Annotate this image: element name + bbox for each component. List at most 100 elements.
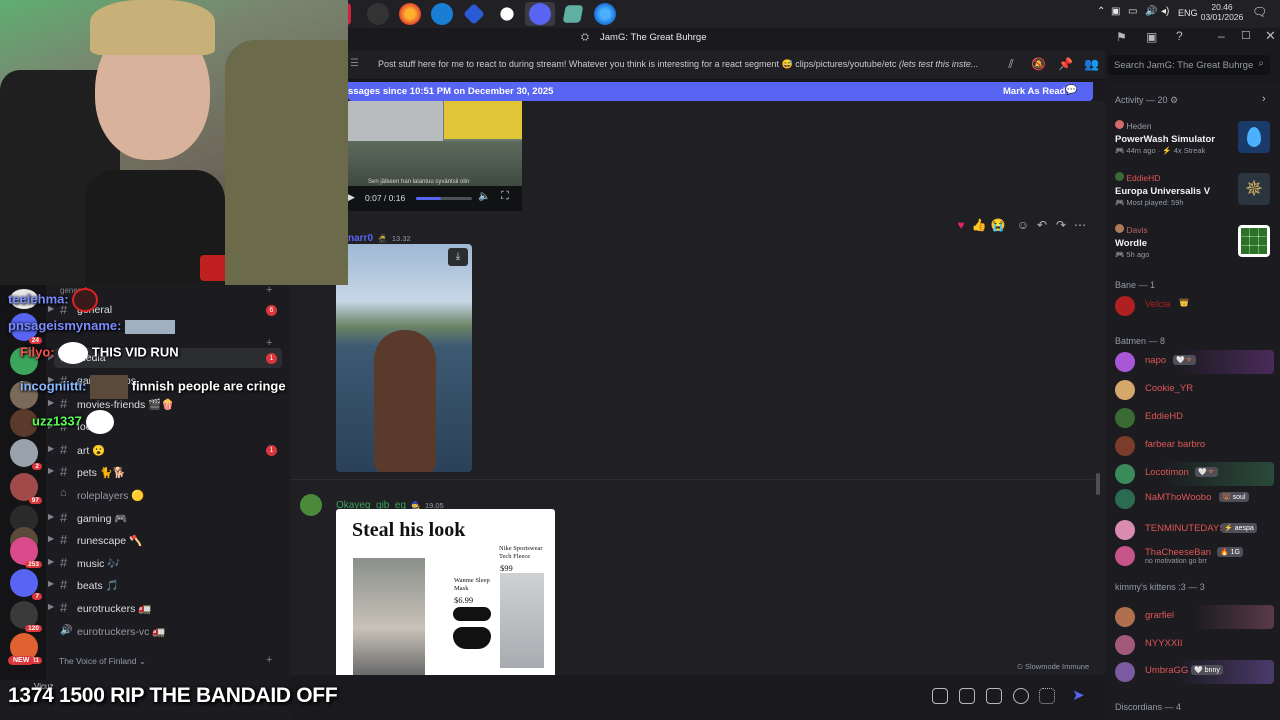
thumbs-up-reaction-icon[interactable]: 👍 xyxy=(970,218,988,232)
avatar xyxy=(1115,120,1124,129)
member-item[interactable]: napo 🤍🦇 xyxy=(1111,350,1274,374)
video-attachment[interactable]: Sen jälkeen han lalantuu syväntsii olin … xyxy=(348,101,522,211)
member-item[interactable]: farbear barbro xyxy=(1111,434,1274,458)
crying-reaction-icon[interactable]: 😭 xyxy=(989,218,1007,232)
sticker-icon[interactable] xyxy=(986,688,1002,704)
member-item[interactable]: NYYXXII xyxy=(1111,633,1274,657)
firefox-app-icon[interactable] xyxy=(399,3,421,25)
add-channel-icon[interactable]: + xyxy=(266,654,272,666)
mute-icon[interactable]: 🔕 xyxy=(1031,57,1046,71)
image-attachment[interactable]: ⤓ xyxy=(336,244,472,472)
member-item[interactable]: NaMThoWoobo 🐻 soul xyxy=(1111,487,1274,515)
tray-volume-icon[interactable]: 🔊 xyxy=(1145,6,1157,17)
screen-icon[interactable]: ▣ xyxy=(1146,30,1157,44)
video-controls: ▶ 0:07 / 0:16 🔈 ⛶ xyxy=(348,186,522,211)
message-list[interactable]: Sen jälkeen han lalantuu syväntsii olin … xyxy=(290,101,1105,675)
member-item[interactable]: TENMINUTEDAYS ⚡ aespa xyxy=(1111,518,1274,542)
member-item[interactable]: Locotimon 🤍🦇 xyxy=(1111,462,1274,486)
channel-list-icon[interactable]: ☰ xyxy=(350,58,359,69)
notification-icon[interactable]: 🗨 xyxy=(1252,5,1267,19)
channel-item[interactable]: ▶ # gaming 🎮 xyxy=(48,508,282,528)
emoji-icon[interactable] xyxy=(1013,688,1029,704)
member-item[interactable]: UmbraGG 🤍 bnny xyxy=(1111,660,1274,684)
browser-app-icon[interactable] xyxy=(594,3,616,25)
meme-item1-name: Wanme Sleep Mask xyxy=(454,577,490,592)
download-icon[interactable]: ⤓ xyxy=(448,248,468,266)
tray-network-icon[interactable]: ▭ xyxy=(1128,6,1137,17)
tray-shield-icon[interactable]: ▣ xyxy=(1111,6,1120,17)
avatar xyxy=(1115,520,1135,540)
apps-icon[interactable] xyxy=(1039,688,1055,704)
obs-app-icon[interactable] xyxy=(367,3,389,25)
tray-chevron-icon[interactable]: ⌃ xyxy=(1097,6,1105,17)
app-icon-white[interactable] xyxy=(500,7,514,21)
server-icon[interactable]: 7 xyxy=(10,569,42,600)
member-item[interactable]: ThaCheeseBan 🔥 1G no motivation go brr xyxy=(1111,544,1274,572)
activity-card[interactable]: Davis Wordle 🎮 5h ago xyxy=(1111,220,1274,266)
volume-icon[interactable]: 🔈 xyxy=(478,191,490,202)
channel-item[interactable]: ⌂ roleplayers 🟡 xyxy=(54,485,282,505)
meme-image-attachment[interactable]: Steal his look Wanme Sleep Mask $6.99 Ni… xyxy=(336,509,555,675)
category-name: The Voice of Finland xyxy=(59,656,137,666)
server-icon[interactable]: 2 xyxy=(10,439,42,470)
activity-card[interactable]: Heden PowerWash Simulator 🎮 44m ago · ⚡ … xyxy=(1111,116,1274,162)
channel-topic[interactable]: Post stuff here for me to react to durin… xyxy=(378,59,993,70)
close-icon[interactable]: ✕ xyxy=(1265,28,1276,44)
category-header[interactable]: The Voice of Finland ⌄ xyxy=(59,656,146,667)
heart-reaction-icon[interactable]: ♥ xyxy=(952,218,970,232)
new-messages-bar[interactable]: ssages since 10:51 PM on December 30, 20… xyxy=(348,82,1093,101)
activity-card[interactable]: EddieHD Europa Universalis V 🎮 Most play… xyxy=(1111,168,1274,214)
channel-item[interactable]: ▶ # eurotruckers 🚛 xyxy=(48,598,282,618)
tray-speaker-icon[interactable]: ◂) xyxy=(1161,6,1169,17)
app-icon-green[interactable] xyxy=(562,5,584,23)
activity-section-title[interactable]: Activity — 20 ⚙ xyxy=(1115,95,1178,106)
threads-icon[interactable]: ⫽ xyxy=(1004,57,1018,71)
channel-item[interactable]: ▶ # pets 🐈🐕 xyxy=(48,462,282,482)
app-icon-diamond[interactable] xyxy=(463,3,485,25)
channel-header: ☰ Post stuff here for me to react to dur… xyxy=(348,50,1270,80)
minimize-icon[interactable]: – xyxy=(1218,29,1225,43)
add-channel-icon[interactable]: + xyxy=(266,284,272,296)
fullscreen-icon[interactable]: ⛶ xyxy=(501,190,509,203)
member-item[interactable]: grarfiel xyxy=(1111,605,1274,629)
help-icon[interactable]: ? xyxy=(1176,29,1183,43)
server-icon[interactable]: 97 xyxy=(10,473,42,504)
unread-badge: 1 xyxy=(266,353,277,364)
server-icon[interactable]: 253 xyxy=(10,537,42,568)
more-options-icon[interactable]: ⋯ xyxy=(1071,218,1089,232)
message-author[interactable]: narr0 xyxy=(348,233,373,244)
channel-item[interactable]: ▶ # art 😮 1 xyxy=(48,440,282,460)
forward-icon[interactable]: ↷ xyxy=(1052,218,1070,232)
member-list-icon[interactable]: 👥 xyxy=(1084,57,1099,71)
language-indicator[interactable]: ENG xyxy=(1178,8,1198,18)
search-input[interactable]: Search JamG: The Great Buhrge ⌕ xyxy=(1108,55,1270,75)
gif-icon[interactable] xyxy=(959,688,975,704)
avatar[interactable] xyxy=(300,494,322,516)
play-icon[interactable]: ▶ xyxy=(348,192,355,203)
maximize-icon[interactable]: ☐ xyxy=(1241,29,1251,42)
discord-app-icon[interactable] xyxy=(529,3,551,25)
channel-item[interactable]: 🔊 eurotruckers-vc 🚛 xyxy=(54,621,282,641)
chevron-right-icon[interactable]: › xyxy=(1262,93,1266,105)
wordle-grid-icon xyxy=(1238,225,1270,257)
slowmode-indicator: ⏲ Slowmode Immune xyxy=(1017,662,1089,672)
pin-icon[interactable]: 📌 xyxy=(1058,57,1073,71)
mark-as-read-button[interactable]: Mark As Read xyxy=(1003,86,1065,97)
inbox-icon[interactable]: ⚑ xyxy=(1116,30,1127,44)
channel-item[interactable]: ▶ # beats 🎵 xyxy=(48,575,282,595)
channel-item[interactable]: ▶ # music 🎶 xyxy=(48,553,282,573)
clock[interactable]: 20.46 03/01/2026 xyxy=(1200,2,1244,22)
chat-input-bar[interactable]: ➤ xyxy=(290,675,1105,720)
gift-icon[interactable] xyxy=(932,688,948,704)
member-item[interactable]: Cookie_YR xyxy=(1111,378,1274,402)
member-item[interactable]: EddieHD xyxy=(1111,406,1274,430)
reply-icon[interactable]: ↶ xyxy=(1033,218,1051,232)
scrollbar-thumb[interactable] xyxy=(1096,473,1100,495)
app-icon-c[interactable] xyxy=(431,3,453,25)
channel-item[interactable]: ▶ # runescape 🪓 xyxy=(48,530,282,550)
member-item[interactable]: Velcia 👑 xyxy=(1111,294,1274,318)
send-icon[interactable]: ➤ xyxy=(1072,686,1085,704)
server-icon[interactable]: 120 xyxy=(10,601,42,632)
add-reaction-icon[interactable]: ☺ xyxy=(1014,218,1032,232)
video-progress-track[interactable] xyxy=(416,197,472,200)
